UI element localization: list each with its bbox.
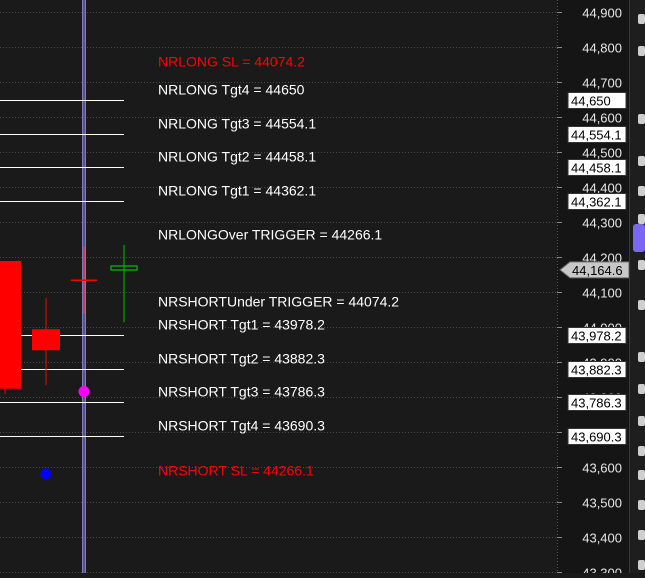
annotation-label: NRLONG SL = 44074.2	[158, 54, 305, 70]
side-toolbar-icon[interactable]	[638, 186, 645, 196]
level-line-label: NRLONG Tgt3 = 44554.1	[158, 116, 316, 132]
axis-tick-label: 43,300	[582, 566, 622, 574]
side-toolbar-icon[interactable]	[638, 470, 645, 480]
price-tag-label: 43,882.3	[571, 363, 622, 378]
level-line-label: NRLONG Tgt1 = 44362.1	[158, 183, 316, 199]
axis-tick-label: 43,600	[582, 461, 622, 476]
current-price-label: 44,164.6	[572, 263, 623, 278]
price-chart[interactable]: NRLONG Tgt4 = 44650 NRLONG Tgt3 = 44554.1…	[0, 0, 645, 578]
side-toolbar-icon[interactable]	[638, 530, 645, 540]
axis-tick-label: 43,400	[582, 531, 622, 546]
chart-canvas[interactable]: NRLONG Tgt4 = 44650 NRLONG Tgt3 = 44554.1…	[0, 0, 645, 578]
level-line-label: NRLONG Tgt2 = 44458.1	[158, 149, 316, 165]
price-tag-label: 43,786.3	[571, 396, 622, 411]
side-toolbar-icon[interactable]	[638, 214, 645, 224]
axis-tick-label: 44,500	[582, 146, 622, 161]
price-tag-label: 44,362.1	[571, 195, 622, 210]
side-toolbar-icon[interactable]	[638, 260, 645, 270]
axis-tick-label: 44,600	[582, 111, 622, 126]
price-tag-label: 44,554.1	[571, 128, 622, 143]
side-toolbar-icon[interactable]	[638, 446, 645, 456]
side-toolbar-icon[interactable]	[638, 560, 645, 570]
level-line-label: NRSHORT Tgt3 = 43786.3	[158, 384, 325, 400]
axis-tick-label: 44,100	[582, 286, 622, 301]
marker-dot	[40, 468, 52, 480]
candle-body	[0, 261, 21, 389]
annotation-label: NRSHORT SL = 44266.1	[158, 462, 314, 478]
annotation-label: NRLONGOver TRIGGER = 44266.1	[158, 226, 382, 242]
price-tag-label: 43,978.2	[571, 329, 622, 344]
axis-tick-label: 44,700	[582, 76, 622, 91]
price-tag-label: 44,650	[571, 94, 611, 109]
side-toolbar-icon[interactable]	[638, 114, 645, 124]
price-tag-label: 43,690.3	[571, 430, 622, 445]
side-toolbar-background	[629, 0, 645, 573]
side-toolbar-icon[interactable]	[638, 384, 645, 394]
side-toolbar[interactable]	[629, 0, 645, 573]
chart-background	[0, 0, 645, 573]
side-toolbar-icon[interactable]	[638, 14, 645, 24]
side-toolbar-active-button[interactable]	[633, 224, 645, 252]
level-line-label: NRSHORT Tgt4 = 43690.3	[158, 418, 325, 434]
side-toolbar-icon[interactable]	[638, 416, 645, 426]
level-line-label: NRSHORT Tgt1 = 43978.2	[158, 317, 325, 333]
side-toolbar-icon[interactable]	[638, 156, 645, 166]
level-line-label: NRSHORT Tgt2 = 43882.3	[158, 351, 325, 367]
level-line-label: NRLONG Tgt4 = 44650	[158, 82, 305, 98]
price-axis[interactable]: 44,90044,80044,70044,60044,50044,40044,3…	[557, 0, 629, 578]
axis-tick-label: 44,800	[582, 41, 622, 56]
candle-body	[32, 329, 60, 351]
side-toolbar-icon[interactable]	[638, 500, 645, 510]
axis-tick-label: 43,500	[582, 496, 622, 511]
axis-tick-label: 44,300	[582, 216, 622, 231]
marker-dot	[78, 386, 90, 398]
price-tag-label: 44,458.1	[571, 161, 622, 176]
axis-tick-label: 44,900	[582, 6, 622, 21]
side-toolbar-icon[interactable]	[638, 352, 645, 362]
annotation-label: NRSHORTUnder TRIGGER = 44074.2	[158, 294, 399, 310]
side-toolbar-icon[interactable]	[638, 300, 645, 310]
side-toolbar-icon[interactable]	[638, 46, 645, 56]
